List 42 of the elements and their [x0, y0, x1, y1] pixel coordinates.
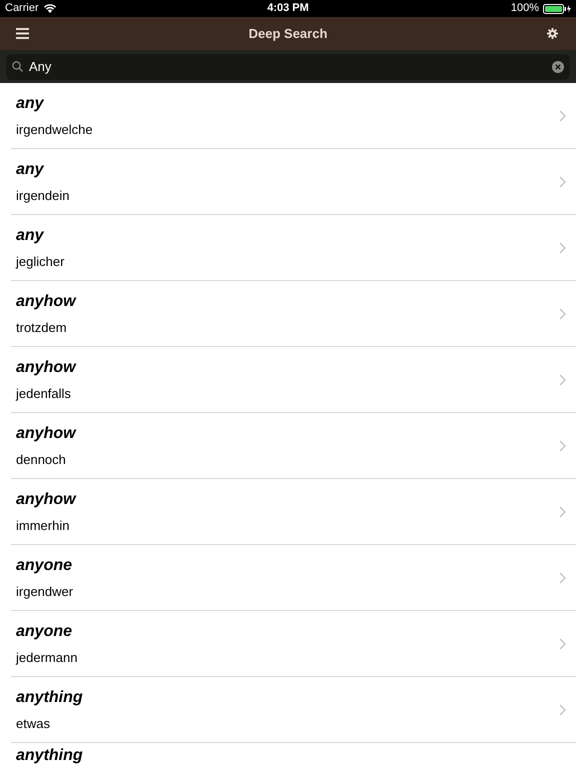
chevron-icon [559, 440, 566, 452]
clear-icon[interactable] [552, 60, 564, 72]
translation-text: trotzdem [16, 320, 67, 336]
chevron-icon [559, 110, 566, 122]
clock-time: 4:03 PM [267, 1, 309, 16]
term-text: any [16, 226, 44, 246]
translation-text: etwas [16, 716, 50, 732]
search-field[interactable]: Any [6, 54, 570, 80]
translation-text: jedermann [16, 650, 78, 666]
term-text: anyhow [16, 424, 76, 444]
term-text: any [16, 160, 44, 180]
chevron-icon [559, 374, 566, 386]
translation-text: irgendwelche [16, 122, 93, 138]
term-text: anyhow [16, 358, 76, 378]
chevron-icon [559, 242, 566, 254]
chevron-icon [559, 506, 566, 518]
term-text: any [16, 94, 44, 114]
translation-text: jedenfalls [16, 386, 71, 402]
term-text: anyone [16, 622, 72, 642]
translation-text: irgendwer [16, 584, 74, 600]
chevron-icon [559, 638, 566, 650]
settings-icon[interactable] [547, 28, 558, 39]
chevron-icon [559, 572, 566, 584]
translation-text: dennoch [16, 452, 66, 468]
term-text: anything [16, 746, 83, 766]
chevron-icon [559, 704, 566, 716]
term-text: anyhow [16, 292, 76, 312]
chevron-icon [559, 308, 566, 320]
term-text: anyhow [16, 490, 76, 510]
translation-text: irgendein [16, 188, 70, 204]
term-text: anything [16, 688, 83, 708]
translation-text: immerhin [16, 518, 70, 534]
battery-percent: 100% [510, 1, 539, 16]
term-text: anyone [16, 556, 72, 576]
menu-icon[interactable] [16, 28, 29, 39]
carrier-label: Carrier [5, 1, 39, 16]
wifi-icon [44, 4, 56, 13]
translation-text: jeglicher [16, 254, 64, 270]
screen-title: Deep Search [248, 24, 328, 43]
search-icon [12, 61, 23, 72]
chevron-icon [559, 176, 566, 188]
battery-icon [543, 4, 571, 14]
